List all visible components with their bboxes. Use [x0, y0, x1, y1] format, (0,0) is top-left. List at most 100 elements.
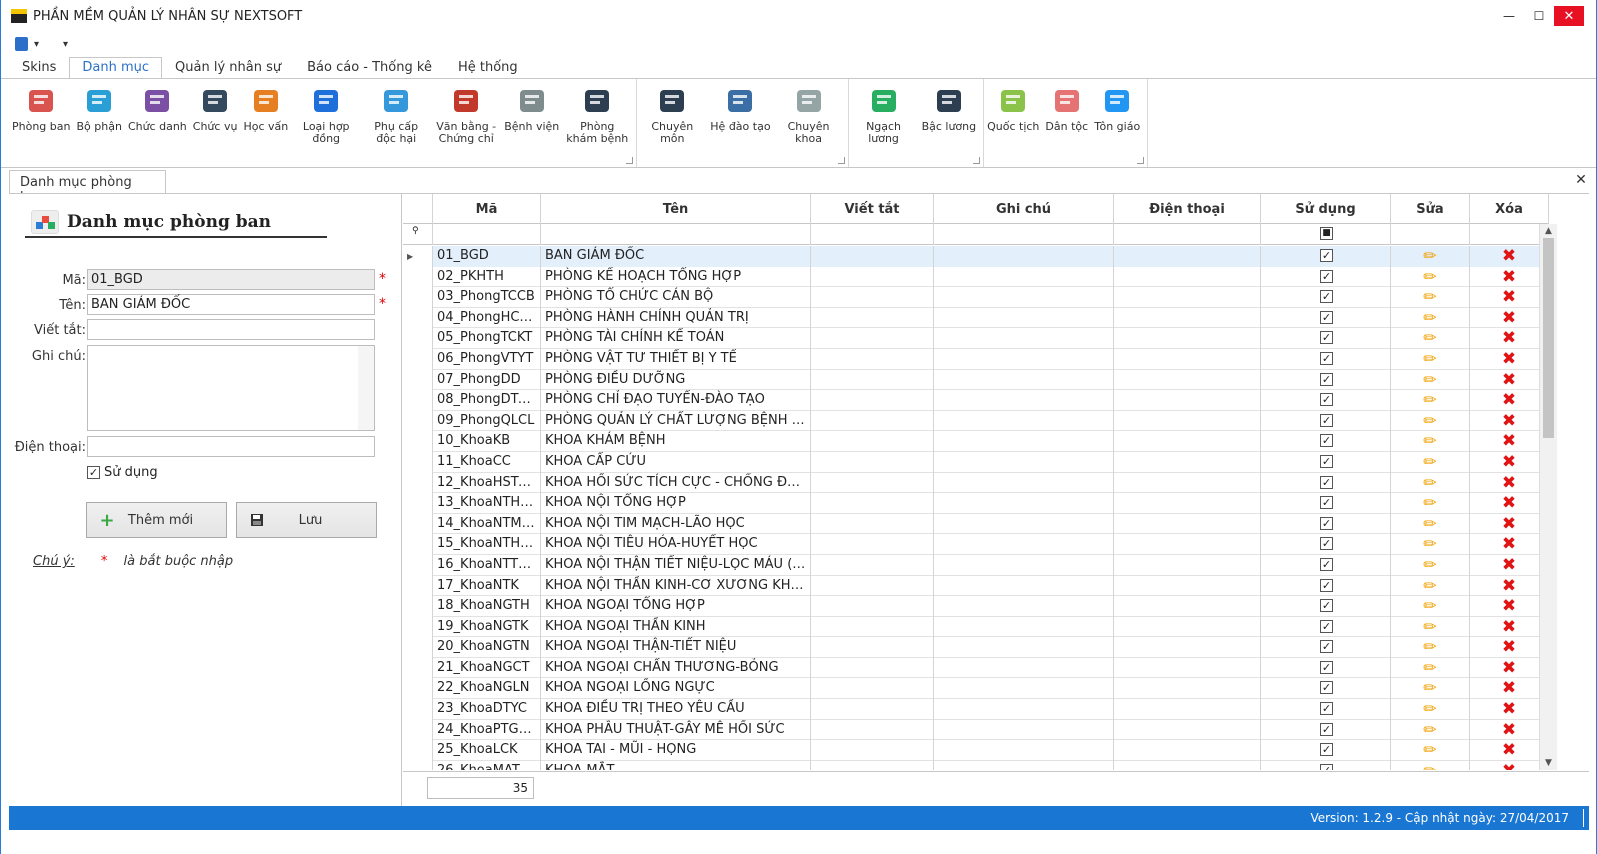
filter-cell[interactable]: [541, 224, 811, 245]
ten-input[interactable]: BAN GIÁM ĐỐC: [87, 294, 375, 315]
col-ghi-chu-header[interactable]: Ghi chú: [934, 194, 1114, 224]
customize-toolbar-icon[interactable]: ▾: [63, 39, 68, 50]
delete-icon[interactable]: ✖: [1502, 721, 1516, 741]
col-xoa-header[interactable]: Xóa: [1470, 194, 1549, 224]
su-dung-checkbox[interactable]: ✓: [1320, 475, 1333, 489]
su-dung-checkbox[interactable]: ✓: [1320, 640, 1333, 654]
filter-cell[interactable]: [1391, 224, 1470, 245]
pencil-icon[interactable]: ✏: [1423, 371, 1436, 391]
delete-icon[interactable]: ✖: [1502, 412, 1516, 432]
su-dung-checkbox[interactable]: ✓: [1320, 599, 1333, 613]
delete-icon[interactable]: ✖: [1502, 598, 1516, 617]
table-row[interactable]: 09_PhongQLCL PHÒNG QUẢN LÝ CHẤT LƯỢNG BỆN…: [403, 410, 1549, 432]
filter-cell[interactable]: [1470, 224, 1549, 245]
pencil-icon[interactable]: ✏: [1423, 577, 1436, 597]
ribbon-button[interactable]: Hệ đào tạo: [707, 79, 773, 167]
textarea-scrollbar[interactable]: [358, 346, 374, 430]
table-row[interactable]: 02_PKHTH PHÒNG KẾ HOẠCH TỔNG HỢP ✓ ✏ ✖: [403, 266, 1549, 288]
su-dung-checkbox[interactable]: ✓: [1320, 351, 1333, 365]
ribbon-button[interactable]: Bộ phận: [73, 79, 124, 167]
ribbon-button[interactable]: Bệnh viện: [501, 79, 562, 167]
pencil-icon[interactable]: ✏: [1423, 701, 1436, 720]
delete-icon[interactable]: ✖: [1502, 268, 1516, 288]
maximize-button[interactable]: ☐: [1524, 0, 1554, 32]
table-row[interactable]: ▶ 01_BGD BAN GIÁM ĐỐC ✓ ✏ ✖: [403, 246, 1549, 267]
su-dung-checkbox[interactable]: ✓: [1320, 763, 1333, 770]
delete-icon[interactable]: ✖: [1502, 495, 1516, 514]
col-dien-thoai-header[interactable]: Điện thoại: [1114, 194, 1261, 224]
office-menu-icon[interactable]: [15, 37, 28, 51]
su-dung-checkbox[interactable]: ✓: [1320, 372, 1333, 386]
pencil-icon[interactable]: ✏: [1423, 598, 1436, 617]
su-dung-checkbox[interactable]: ✓: [1320, 537, 1333, 551]
pencil-icon[interactable]: ✏: [1423, 309, 1436, 329]
filter-cell[interactable]: [811, 224, 934, 245]
su-dung-checkbox[interactable]: ✓: [1320, 496, 1333, 510]
delete-icon[interactable]: ✖: [1502, 557, 1516, 576]
col-sua-header[interactable]: Sửa: [1391, 194, 1470, 224]
su-dung-checkbox[interactable]: ✓: [1320, 249, 1333, 262]
su-dung-checkbox[interactable]: ✓: [1320, 413, 1333, 427]
group-launcher-icon[interactable]: [973, 157, 981, 164]
group-launcher-icon[interactable]: [626, 157, 634, 164]
delete-icon[interactable]: ✖: [1502, 309, 1516, 329]
pencil-icon[interactable]: ✏: [1423, 495, 1436, 514]
table-row[interactable]: 22_KhoaNGLN KHOA NGOẠI LỒNG NGỰC ✓ ✏ ✖: [403, 678, 1549, 700]
table-row[interactable]: 16_KhoaNTTN... KHOA NỘI THẬN TIẾT NIỆU-LỌ…: [403, 554, 1549, 576]
grid-scrollbar[interactable]: ▲ ▼: [1539, 224, 1557, 770]
table-row[interactable]: 05_PhongTCKT PHÒNG TÀI CHÍNH KẾ TOÁN ✓ ✏ ✖: [403, 328, 1549, 349]
col-ma-header[interactable]: Mã: [433, 194, 541, 224]
delete-icon[interactable]: ✖: [1502, 660, 1516, 679]
ma-input[interactable]: 01_BGD: [87, 269, 375, 290]
pencil-icon[interactable]: ✏: [1423, 474, 1436, 494]
su-dung-checkbox[interactable]: ✓: [1320, 681, 1333, 695]
col-su-dung-header[interactable]: Sử dụng: [1261, 194, 1391, 224]
su-dung-checkbox[interactable]: ✓: [1320, 578, 1333, 592]
table-row[interactable]: 06_PhongVTYT PHÒNG VẬT TƯ THIẾT BỊ Y TẾ ✓ ✏…: [403, 348, 1549, 370]
pencil-icon[interactable]: ✏: [1423, 268, 1436, 288]
ribbon-button[interactable]: Chuyên khoa: [774, 79, 844, 167]
ribbon-button[interactable]: Tôn giáo: [1091, 79, 1143, 167]
table-row[interactable]: 17_KhoaNTK KHOA NỘI THẦN KINH-CƠ XƯƠNG KH…: [403, 575, 1549, 597]
scroll-down-icon[interactable]: ▼: [1543, 758, 1554, 768]
table-row[interactable]: 18_KhoaNGTH KHOA NGOẠI TỔNG HỢP ✓ ✏ ✖: [403, 596, 1549, 617]
delete-icon[interactable]: ✖: [1502, 289, 1516, 308]
table-row[interactable]: 25_KhoaLCK KHOA TAI - MŨI - HỌNG ✓ ✏ ✖: [403, 740, 1549, 761]
save-button[interactable]: Lưu: [236, 502, 377, 538]
filter-cell[interactable]: [433, 224, 541, 245]
ribbon-tab[interactable]: Báo cáo - Thống kê: [294, 57, 445, 79]
ribbon-button[interactable]: Chuyên môn: [637, 79, 707, 167]
ribbon-tab[interactable]: Skins: [9, 57, 69, 79]
delete-icon[interactable]: ✖: [1502, 392, 1516, 411]
dienthoai-input[interactable]: [87, 436, 375, 457]
table-row[interactable]: 15_KhoaNTHOA KHOA NỘI TIÊU HÓA-HUYẾT HỌC ✓…: [403, 534, 1549, 555]
pencil-icon[interactable]: ✏: [1423, 536, 1436, 555]
pencil-icon[interactable]: ✏: [1423, 618, 1436, 638]
scroll-thumb[interactable]: [1543, 238, 1554, 438]
su-dung-checkbox[interactable]: ✓: [1320, 743, 1333, 757]
pencil-icon[interactable]: ✏: [1423, 721, 1436, 741]
ribbon-button[interactable]: Bậc lương: [919, 79, 980, 167]
filter-cell[interactable]: [934, 224, 1114, 245]
delete-icon[interactable]: ✖: [1502, 639, 1516, 658]
ghichu-textarea[interactable]: [87, 345, 375, 431]
ribbon-tab[interactable]: Hệ thống: [445, 57, 531, 79]
table-row[interactable]: 07_PhongDD PHÒNG ĐIỀU DƯỠNG ✓ ✏ ✖: [403, 369, 1549, 391]
ribbon-button[interactable]: Phòng ban: [9, 79, 73, 167]
ribbon-button[interactable]: Quốc tịch: [984, 79, 1042, 167]
pencil-icon[interactable]: ✏: [1423, 454, 1436, 473]
ribbon-button[interactable]: Ngạch lương: [849, 79, 919, 167]
delete-icon[interactable]: ✖: [1502, 701, 1516, 720]
table-row[interactable]: 03_PhongTCCB PHÒNG TỔ CHỨC CÁN BỘ ✓ ✏ ✖: [403, 287, 1549, 308]
table-row[interactable]: 13_KhoaNTHOP KHOA NỘI TỔNG HỢP ✓ ✏ ✖: [403, 493, 1549, 514]
delete-icon[interactable]: ✖: [1502, 351, 1516, 370]
delete-icon[interactable]: ✖: [1502, 577, 1516, 597]
su-dung-checkbox[interactable]: ✓: [1320, 393, 1333, 407]
ribbon-button[interactable]: Chức danh: [125, 79, 190, 167]
pencil-icon[interactable]: ✏: [1423, 680, 1436, 699]
close-button[interactable]: ✕: [1554, 6, 1584, 26]
ribbon-button[interactable]: Văn bằng - Chứng chỉ: [431, 79, 501, 167]
table-row[interactable]: 14_KhoaNTMA... KHOA NỘI TIM MẠCH-LÃO HỌC ✓…: [403, 513, 1549, 535]
table-row[interactable]: 23_KhoaDTYC KHOA ĐIỀU TRỊ THEO YÊU CẦU ✓ ✏ ✖: [403, 699, 1549, 720]
delete-icon[interactable]: ✖: [1502, 330, 1516, 349]
